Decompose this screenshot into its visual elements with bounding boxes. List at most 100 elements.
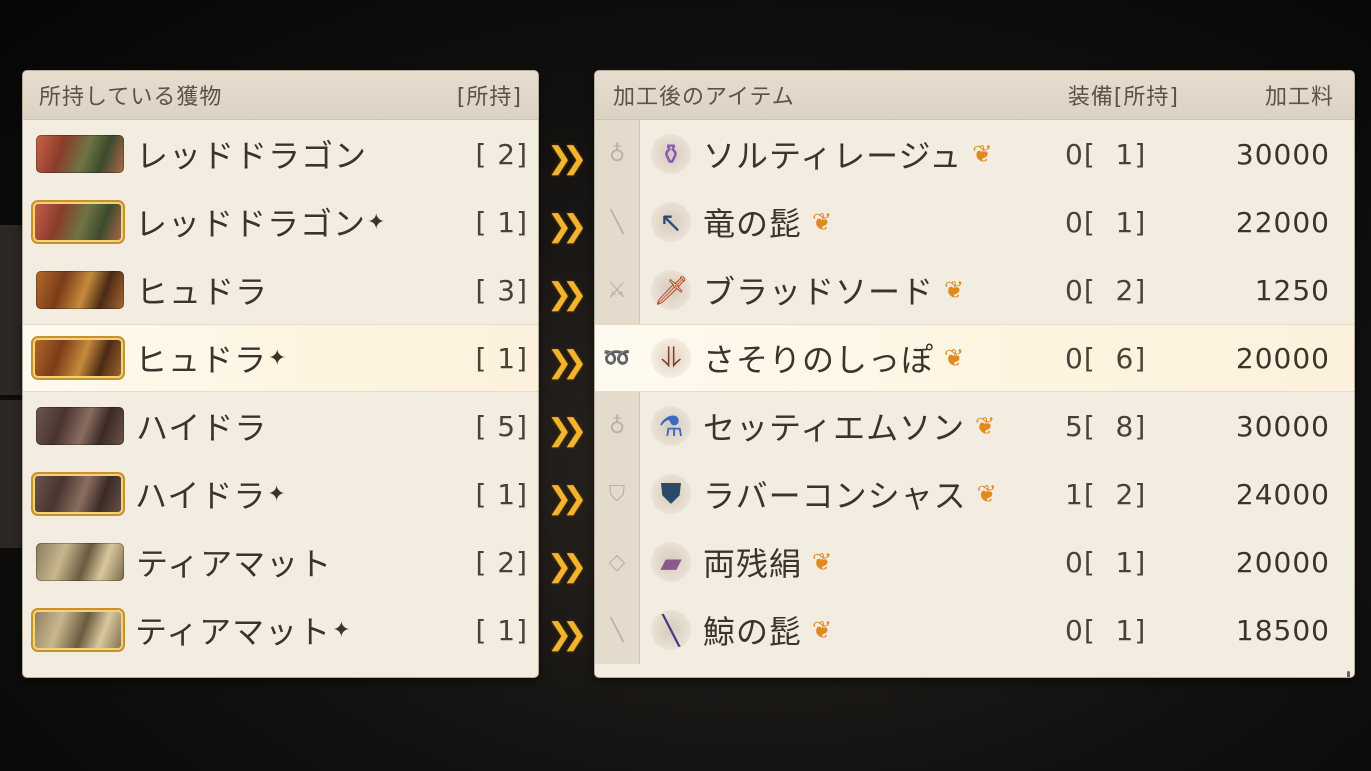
monster-count: [ 1]: [475, 477, 528, 511]
tiamat-plus-icon: [33, 610, 123, 650]
monster-row[interactable]: レッドドラゴン ✦ [ 1]: [23, 188, 538, 256]
monster-count: [ 2]: [475, 545, 528, 579]
equip-count: 0[ 1]: [1065, 545, 1147, 579]
flask-icon: ⚗: [651, 406, 691, 446]
craft-icon: ❦: [975, 412, 996, 440]
double-chevron-right-icon: ❯❯: [547, 277, 587, 312]
monster-name: ティアマット: [136, 545, 333, 583]
spear-slot-icon: ╲: [610, 209, 624, 235]
monster-row[interactable]: ティアマット [ 2]: [23, 528, 538, 596]
item-name: ブラッドソード: [703, 273, 935, 311]
craft-icon: ❦: [976, 480, 997, 508]
fee: 1250: [1254, 273, 1330, 307]
item-row[interactable]: ♁ ⚗ セッティエムソン ❦ 5[ 8] 30000: [595, 392, 1354, 460]
monster-count: [ 3]: [475, 273, 528, 307]
monster-name: レッドドラゴン: [136, 137, 368, 175]
double-chevron-right-icon: ❯❯: [547, 481, 587, 516]
owned-monsters-panel: 所持している獲物 [所持] レッドドラゴン [ 2] レッドドラゴン ✦ [ 1…: [23, 71, 538, 677]
monster-name: ヒュドラ: [136, 273, 269, 311]
craft-icon: ❦: [812, 208, 833, 236]
item-row[interactable]: ◇ ▰ 両残絹 ❦ 0[ 1] 20000: [595, 528, 1354, 596]
monster-row[interactable]: ティアマット ✦ [ 1]: [23, 596, 538, 664]
fee: 30000: [1235, 137, 1330, 171]
potion-icon: ⚱: [651, 134, 691, 174]
left-panel-header: 所持している獲物 [所持]: [23, 71, 538, 120]
craft-icon: ❦: [944, 276, 965, 304]
armor-slot-icon: ⛉: [608, 481, 626, 507]
fee: 30000: [1235, 409, 1330, 443]
double-chevron-right-icon: ❯❯: [547, 617, 587, 652]
monster-count: [ 1]: [475, 205, 528, 239]
sword-icon: 🗡: [651, 270, 691, 310]
monster-row-selected[interactable]: ヒュドラ ✦ [ 1]: [23, 324, 538, 392]
cloth-slot-icon: ◇: [608, 549, 626, 575]
background-strip: [0, 225, 22, 395]
hydra-plus-icon: [33, 338, 123, 378]
hydra-brown-plus-icon: [33, 474, 123, 514]
sparkle-icon: ✦: [332, 617, 351, 643]
item-row-selected[interactable]: ➿ ⥥ さそりのしっぽ ❦ 0[ 6] 20000: [595, 324, 1354, 392]
double-chevron-right-icon: ❯❯: [547, 141, 587, 176]
hydra-icon: [36, 271, 124, 309]
right-header-equip: 装備[所持]: [1067, 85, 1179, 110]
monster-row[interactable]: ハイドラ [ 5]: [23, 392, 538, 460]
item-row[interactable]: ╲ ╲ 鯨の髭 ❦ 0[ 1] 18500: [595, 596, 1354, 664]
background-strip: [0, 400, 22, 548]
cloth-icon: ▰: [651, 542, 691, 582]
fee: 20000: [1235, 545, 1330, 579]
fee: 18500: [1235, 613, 1330, 647]
craft-icon: ❦: [944, 344, 965, 372]
accessory-icon: ♁: [608, 413, 626, 439]
left-header-title: 所持している獲物: [39, 85, 223, 110]
monster-row[interactable]: ヒュドラ [ 3]: [23, 256, 538, 324]
monster-row[interactable]: レッドドラゴン [ 2]: [23, 120, 538, 188]
item-name: 両残絹: [703, 545, 803, 583]
item-name: ラバーコンシャス: [703, 477, 967, 515]
item-name: さそりのしっぽ: [703, 341, 935, 379]
equip-count: 0[ 1]: [1065, 137, 1147, 171]
monster-name: ヒュドラ: [135, 341, 268, 379]
monster-row[interactable]: ハイドラ ✦ [ 1]: [23, 460, 538, 528]
monster-count: [ 1]: [475, 341, 528, 375]
item-name: ソルティレージュ: [703, 137, 963, 175]
craft-icon: ❦: [972, 140, 993, 168]
item-name: 竜の髭: [703, 205, 803, 243]
double-chevron-right-icon: ❯❯: [547, 549, 587, 584]
item-row[interactable]: ╲ ↖ 竜の髭 ❦ 0[ 1] 22000: [595, 188, 1354, 256]
whip-icon: ⥥: [651, 338, 691, 378]
sword-slot-icon: ⚔: [607, 277, 627, 303]
double-chevron-right-icon: ❯❯: [547, 209, 587, 244]
right-header-title: 加工後のアイテム: [613, 85, 795, 110]
sparkle-icon: ✦: [268, 345, 287, 371]
left-header-owned: [所持]: [456, 85, 522, 110]
monster-name: レッドドラゴン: [135, 205, 367, 243]
sparkle-icon: ✦: [367, 209, 386, 235]
right-header-fee: 加工料: [1264, 85, 1334, 110]
equip-count: 5[ 8]: [1065, 409, 1147, 443]
equip-count: 0[ 1]: [1065, 205, 1147, 239]
sparkle-icon: ✦: [267, 481, 286, 507]
monster-count: [ 1]: [475, 613, 528, 647]
tiamat-icon: [36, 543, 124, 581]
double-chevron-right-icon: ❯❯: [547, 413, 587, 448]
fee: 22000: [1235, 205, 1330, 239]
fee: 24000: [1235, 477, 1330, 511]
monster-name: ティアマット: [135, 613, 332, 651]
item-row[interactable]: ♁ ⚱ ソルティレージュ ❦ 0[ 1] 30000: [595, 120, 1354, 188]
red-dragon-plus-icon: [33, 202, 123, 242]
item-row[interactable]: ⚔ 🗡 ブラッドソード ❦ 0[ 2] 1250: [595, 256, 1354, 324]
monster-count: [ 5]: [475, 409, 528, 443]
monster-name: ハイドラ: [135, 477, 267, 515]
monster-count: [ 2]: [475, 137, 528, 171]
rod-icon: ╲: [651, 610, 691, 650]
scrollbar[interactable]: [1347, 671, 1350, 677]
processed-items-panel: 加工後のアイテム 装備[所持] 加工料 ♁ ⚱ ソルティレージュ ❦ 0[ 1]…: [595, 71, 1354, 677]
accessory-icon: ♁: [608, 141, 626, 167]
red-dragon-icon: [36, 135, 124, 173]
craft-icon: ❦: [812, 548, 833, 576]
double-chevron-right-icon: ❯❯: [547, 345, 587, 380]
fee: 20000: [1235, 341, 1330, 375]
spear-icon: ↖: [651, 202, 691, 242]
equip-count: 0[ 6]: [1065, 341, 1147, 375]
item-row[interactable]: ⛉ ⛊ ラバーコンシャス ❦ 1[ 2] 24000: [595, 460, 1354, 528]
